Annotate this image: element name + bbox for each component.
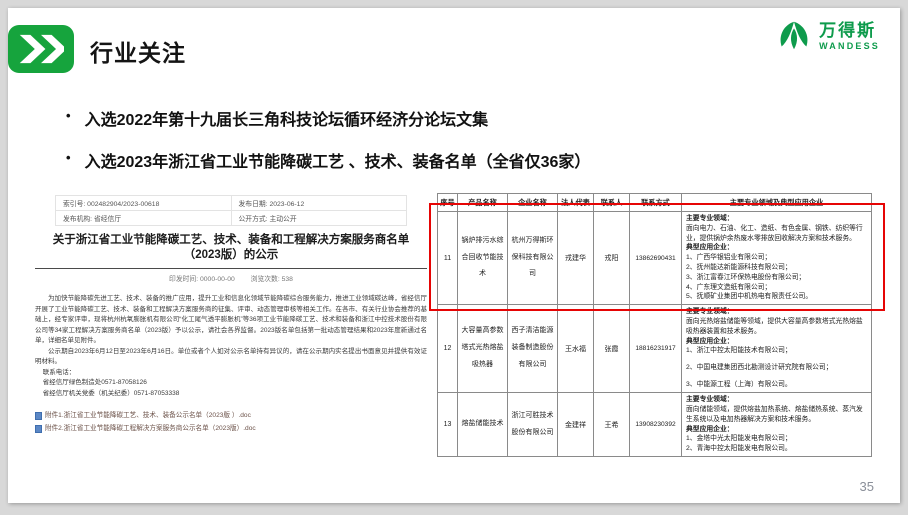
doc-meta-table: 索引号: 002482904/2023-00618 发布日期: 2023-06-… — [55, 195, 407, 226]
app-company-item: 4、广东理文造纸有限公司； — [686, 283, 867, 293]
doc-contact-line: 联系电话： — [35, 368, 427, 379]
cell-phone: 18816231917 — [630, 305, 682, 393]
page-number: 35 — [860, 479, 874, 494]
app-company-item: 3、浙江富春江环保热电股份有限公司； — [686, 273, 867, 283]
cell-company: 西子清洁能源装备制造股份有限公司 — [508, 305, 558, 393]
app-company-item: 1、广西华银铝业有限公司； — [686, 253, 867, 263]
doc-meta-index: 索引号: 002482904/2023-00618 — [56, 196, 232, 211]
bullet-text: 入选2023年浙江省工业节能降碳工艺 、技术、装备名单（全省仅36家） — [85, 148, 591, 172]
cell-domain-detail: 主要专业领域： 面向电力、石油、化工、造纸、有色金属、钢铁、纺织等行业，提供锅炉… — [682, 212, 872, 305]
cell-domain-detail: 主要专业领域： 面向光热熔盐储能等领域，提供大容量高参数塔式光热熔盐吸热器装置和… — [682, 305, 872, 393]
cell-product: 熔盐储能技术 — [458, 393, 508, 457]
col-header-legal: 法人代表 — [558, 194, 594, 212]
bullet-text: 入选2022年第十九届长三角科技论坛循环经济分论坛文集 — [85, 106, 489, 130]
bullet-dot: • — [66, 108, 71, 123]
cell-contact: 王希 — [594, 393, 630, 457]
bullet-item-2: • 入选2023年浙江省工业节能降碳工艺 、技术、装备名单（全省仅36家） — [66, 148, 590, 172]
attachment-label: 附件1.浙江省工业节能降碳工艺、技术、装备公示名单（2023版 ）.doc — [45, 409, 251, 422]
doc-attachments: 附件1.浙江省工业节能降碳工艺、技术、装备公示名单（2023版 ）.doc 附件… — [35, 409, 427, 435]
cell-phone: 13862690431 — [630, 212, 682, 305]
cell-contact: 张霞 — [594, 305, 630, 393]
cell-product: 大容量高参数塔式光热熔盐吸热器 — [458, 305, 508, 393]
bullet-dot: • — [66, 150, 71, 165]
col-header-no: 序号 — [438, 194, 458, 212]
cell-legal: 王水福 — [558, 305, 594, 393]
cell-no: 13 — [438, 393, 458, 457]
domain-text: 面向光热熔盐储能等领域，提供大容量高参数塔式光热熔盐吸热器装置和技术服务。 — [686, 317, 867, 337]
domain-label: 主要专业领域： — [686, 395, 867, 405]
app-company-item: 1、金塔中光太阳能发电有限公司； — [686, 434, 867, 444]
doc-contact-line: 省经信厅绿色制造处0571-87058126 — [35, 378, 427, 389]
cell-contact: 戎阳 — [594, 212, 630, 305]
col-header-product: 产品名称 — [458, 194, 508, 212]
wandess-logo: 万得斯 WANDESS — [775, 17, 880, 55]
domain-label: 主要专业领域： — [686, 214, 867, 224]
wandess-plant-icon — [775, 17, 813, 55]
col-header-company: 企业名称 — [508, 194, 558, 212]
logo-name-cn: 万得斯 — [819, 22, 880, 39]
app-company-item: 3、中能源工程（上海）有限公司。 — [686, 380, 867, 390]
attachment-link-2[interactable]: 附件2.浙江省工业节能降碳工程解决方案服务商公示名单（2023版）.doc — [35, 422, 427, 435]
app-company-item: 5、抚顺矿业集团中机热电有限责任公司。 — [686, 292, 867, 302]
col-header-contact: 联系人 — [594, 194, 630, 212]
cell-domain-detail: 主要专业领域： 面向储能领域，提供熔盐加热系统、熔盐储热系统、蒸汽发生系统以及电… — [682, 393, 872, 457]
app-company-item: 2、青海中控太阳能发电有限公司。 — [686, 444, 867, 454]
doc-meta-date: 发布日期: 2023-06-12 — [231, 196, 407, 211]
bullet-item-1: • 入选2022年第十九届长三角科技论坛循环经济分论坛文集 — [66, 106, 488, 130]
cell-legal: 金建祥 — [558, 393, 594, 457]
page-title: 行业关注 — [90, 34, 186, 68]
doc-divider — [35, 268, 427, 269]
double-chevron-icon — [8, 25, 74, 73]
doc-contact-line: 省经信厅机关党委（机关纪委）0571-87053338 — [35, 389, 427, 400]
attachment-link-1[interactable]: 附件1.浙江省工业节能降碳工艺、技术、装备公示名单（2023版 ）.doc — [35, 409, 427, 422]
provider-table: 序号 产品名称 企业名称 法人代表 联系人 联系方式 主要专业领域及典型应用企业… — [437, 193, 872, 457]
apps-label: 典型应用企业： — [686, 425, 867, 435]
table-row-13: 13 熔盐储能技术 浙江可胜技术股份有限公司 金建祥 王希 1390823039… — [438, 393, 872, 457]
logo-name-en: WANDESS — [819, 42, 880, 51]
cell-product: 锅炉排污水综合回收节能技术 — [458, 212, 508, 305]
doc-meta-org: 发布机构: 省经信厅 — [56, 211, 232, 226]
table-row-12: 12 大容量高参数塔式光热熔盐吸热器 西子清洁能源装备制造股份有限公司 王水福 … — [438, 305, 872, 393]
cell-legal: 戎建华 — [558, 212, 594, 305]
doc-stats: 印发时间: 0000-00-00 浏览次数: 538 — [35, 273, 427, 283]
doc-meta-method: 公开方式: 主动公开 — [231, 211, 407, 226]
doc-print-time: 印发时间: 0000-00-00 — [169, 276, 235, 283]
notice-document: 索引号: 002482904/2023-00618 发布日期: 2023-06-… — [35, 195, 427, 435]
doc-file-icon — [35, 425, 42, 433]
doc-file-icon — [35, 412, 42, 420]
domain-label: 主要专业领域： — [686, 307, 867, 317]
doc-paragraph: 为加快节能降碳先进工艺、技术、装备的推广应用，提升工业和信息化领域节能降碳综合服… — [35, 294, 427, 347]
attachment-label: 附件2.浙江省工业节能降碳工程解决方案服务商公示名单（2023版）.doc — [45, 422, 256, 435]
col-header-phone: 联系方式 — [630, 194, 682, 212]
table-row-11: 11 锅炉排污水综合回收节能技术 杭州万得斯环保科技有限公司 戎建华 戎阳 13… — [438, 212, 872, 305]
doc-paragraph: 公示期自2023年6月12日至2023年6月16日。单位或者个人如对公示名单持有… — [35, 347, 427, 368]
app-company-item: 2、中国电建集团西北勘测设计研究院有限公司； — [686, 363, 867, 373]
doc-title: 关于浙江省工业节能降碳工艺、技术、装备和工程解决方案服务商名单（2023版）的公… — [35, 233, 427, 263]
doc-body: 为加快节能降碳先进工艺、技术、装备的推广应用，提升工业和信息化领域节能降碳综合服… — [35, 294, 427, 368]
apps-label: 典型应用企业： — [686, 337, 867, 347]
cell-phone: 13908230392 — [630, 393, 682, 457]
cell-company: 浙江可胜技术股份有限公司 — [508, 393, 558, 457]
app-company-item: 1、浙江中控太阳能技术有限公司； — [686, 346, 867, 356]
double-chevron-glyph — [18, 32, 64, 66]
slide: 行业关注 万得斯 WANDESS • 入选2022年第十九届长三角科技论坛循环经… — [8, 8, 900, 503]
domain-text: 面向储能领域，提供熔盐加热系统、熔盐储热系统、蒸汽发生系统以及电加热器解决方案和… — [686, 405, 867, 425]
apps-label: 典型应用企业： — [686, 243, 867, 253]
col-header-domain: 主要专业领域及典型应用企业 — [682, 194, 872, 212]
cell-company: 杭州万得斯环保科技有限公司 — [508, 212, 558, 305]
doc-view-count: 浏览次数: 538 — [251, 276, 293, 283]
table-header-row: 序号 产品名称 企业名称 法人代表 联系人 联系方式 主要专业领域及典型应用企业 — [438, 194, 872, 212]
wandess-logo-text: 万得斯 WANDESS — [819, 22, 880, 51]
cell-no: 11 — [438, 212, 458, 305]
app-company-item: 2、抚州能达新能源科技有限公司； — [686, 263, 867, 273]
domain-text: 面向电力、石油、化工、造纸、有色金属、钢铁、纺织等行业，提供锅炉余热废水零排放回… — [686, 224, 867, 244]
cell-no: 12 — [438, 305, 458, 393]
